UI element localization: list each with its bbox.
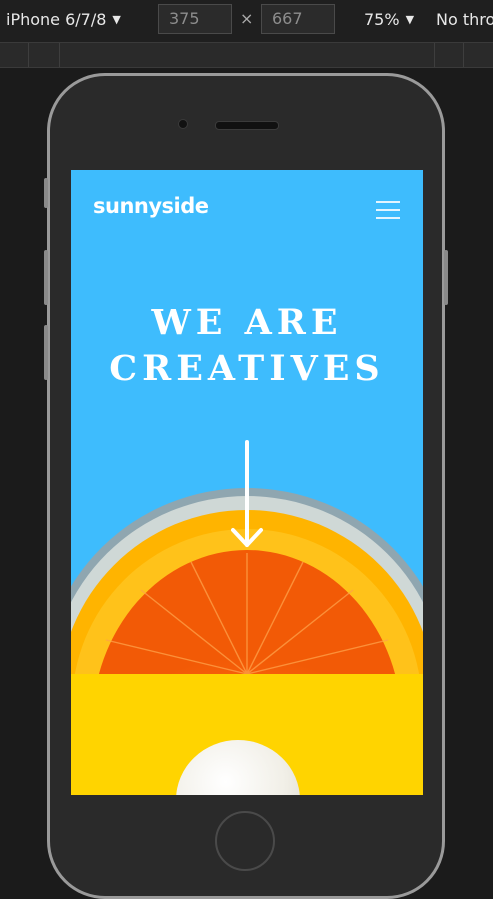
media-query-ruler[interactable]	[0, 43, 493, 68]
phone-side-button	[44, 250, 48, 305]
phone-side-button	[44, 325, 48, 380]
hamburger-icon[interactable]	[376, 201, 400, 219]
ruler-segment[interactable]	[60, 43, 435, 67]
phone-home-button	[215, 811, 275, 871]
arrow-down-icon	[231, 440, 263, 547]
ruler-segment[interactable]	[435, 43, 464, 67]
website-viewport: sunnyside WE ARE CREATIVES	[71, 170, 423, 795]
throttling-select[interactable]: No thro	[436, 10, 493, 29]
zoom-select[interactable]: 75% ▼	[364, 10, 414, 29]
ruler-segment[interactable]	[29, 43, 60, 67]
zoom-value: 75%	[364, 10, 400, 29]
caret-down-icon: ▼	[112, 13, 121, 26]
site-logo[interactable]: sunnyside	[93, 194, 209, 218]
hero-headline: WE ARE CREATIVES	[71, 300, 423, 392]
phone-speaker	[215, 121, 279, 130]
phone-side-button	[44, 178, 48, 208]
headline-line: WE ARE	[151, 302, 343, 343]
caret-down-icon: ▼	[405, 13, 415, 26]
device-select[interactable]: iPhone 6/7/8 ▼	[6, 10, 121, 29]
ruler-segment[interactable]	[0, 43, 29, 67]
times-symbol: ×	[240, 9, 254, 28]
phone-camera	[178, 119, 188, 129]
devtools-toolbar: iPhone 6/7/8 ▼ 375 × 667 75% ▼ No thro	[0, 0, 493, 43]
phone-side-button	[444, 250, 448, 305]
headline-line: CREATIVES	[109, 348, 385, 389]
width-input[interactable]: 375	[158, 4, 232, 34]
device-name: iPhone 6/7/8	[6, 10, 107, 29]
height-input[interactable]: 667	[261, 4, 335, 34]
throttling-value: No thro	[436, 10, 493, 29]
